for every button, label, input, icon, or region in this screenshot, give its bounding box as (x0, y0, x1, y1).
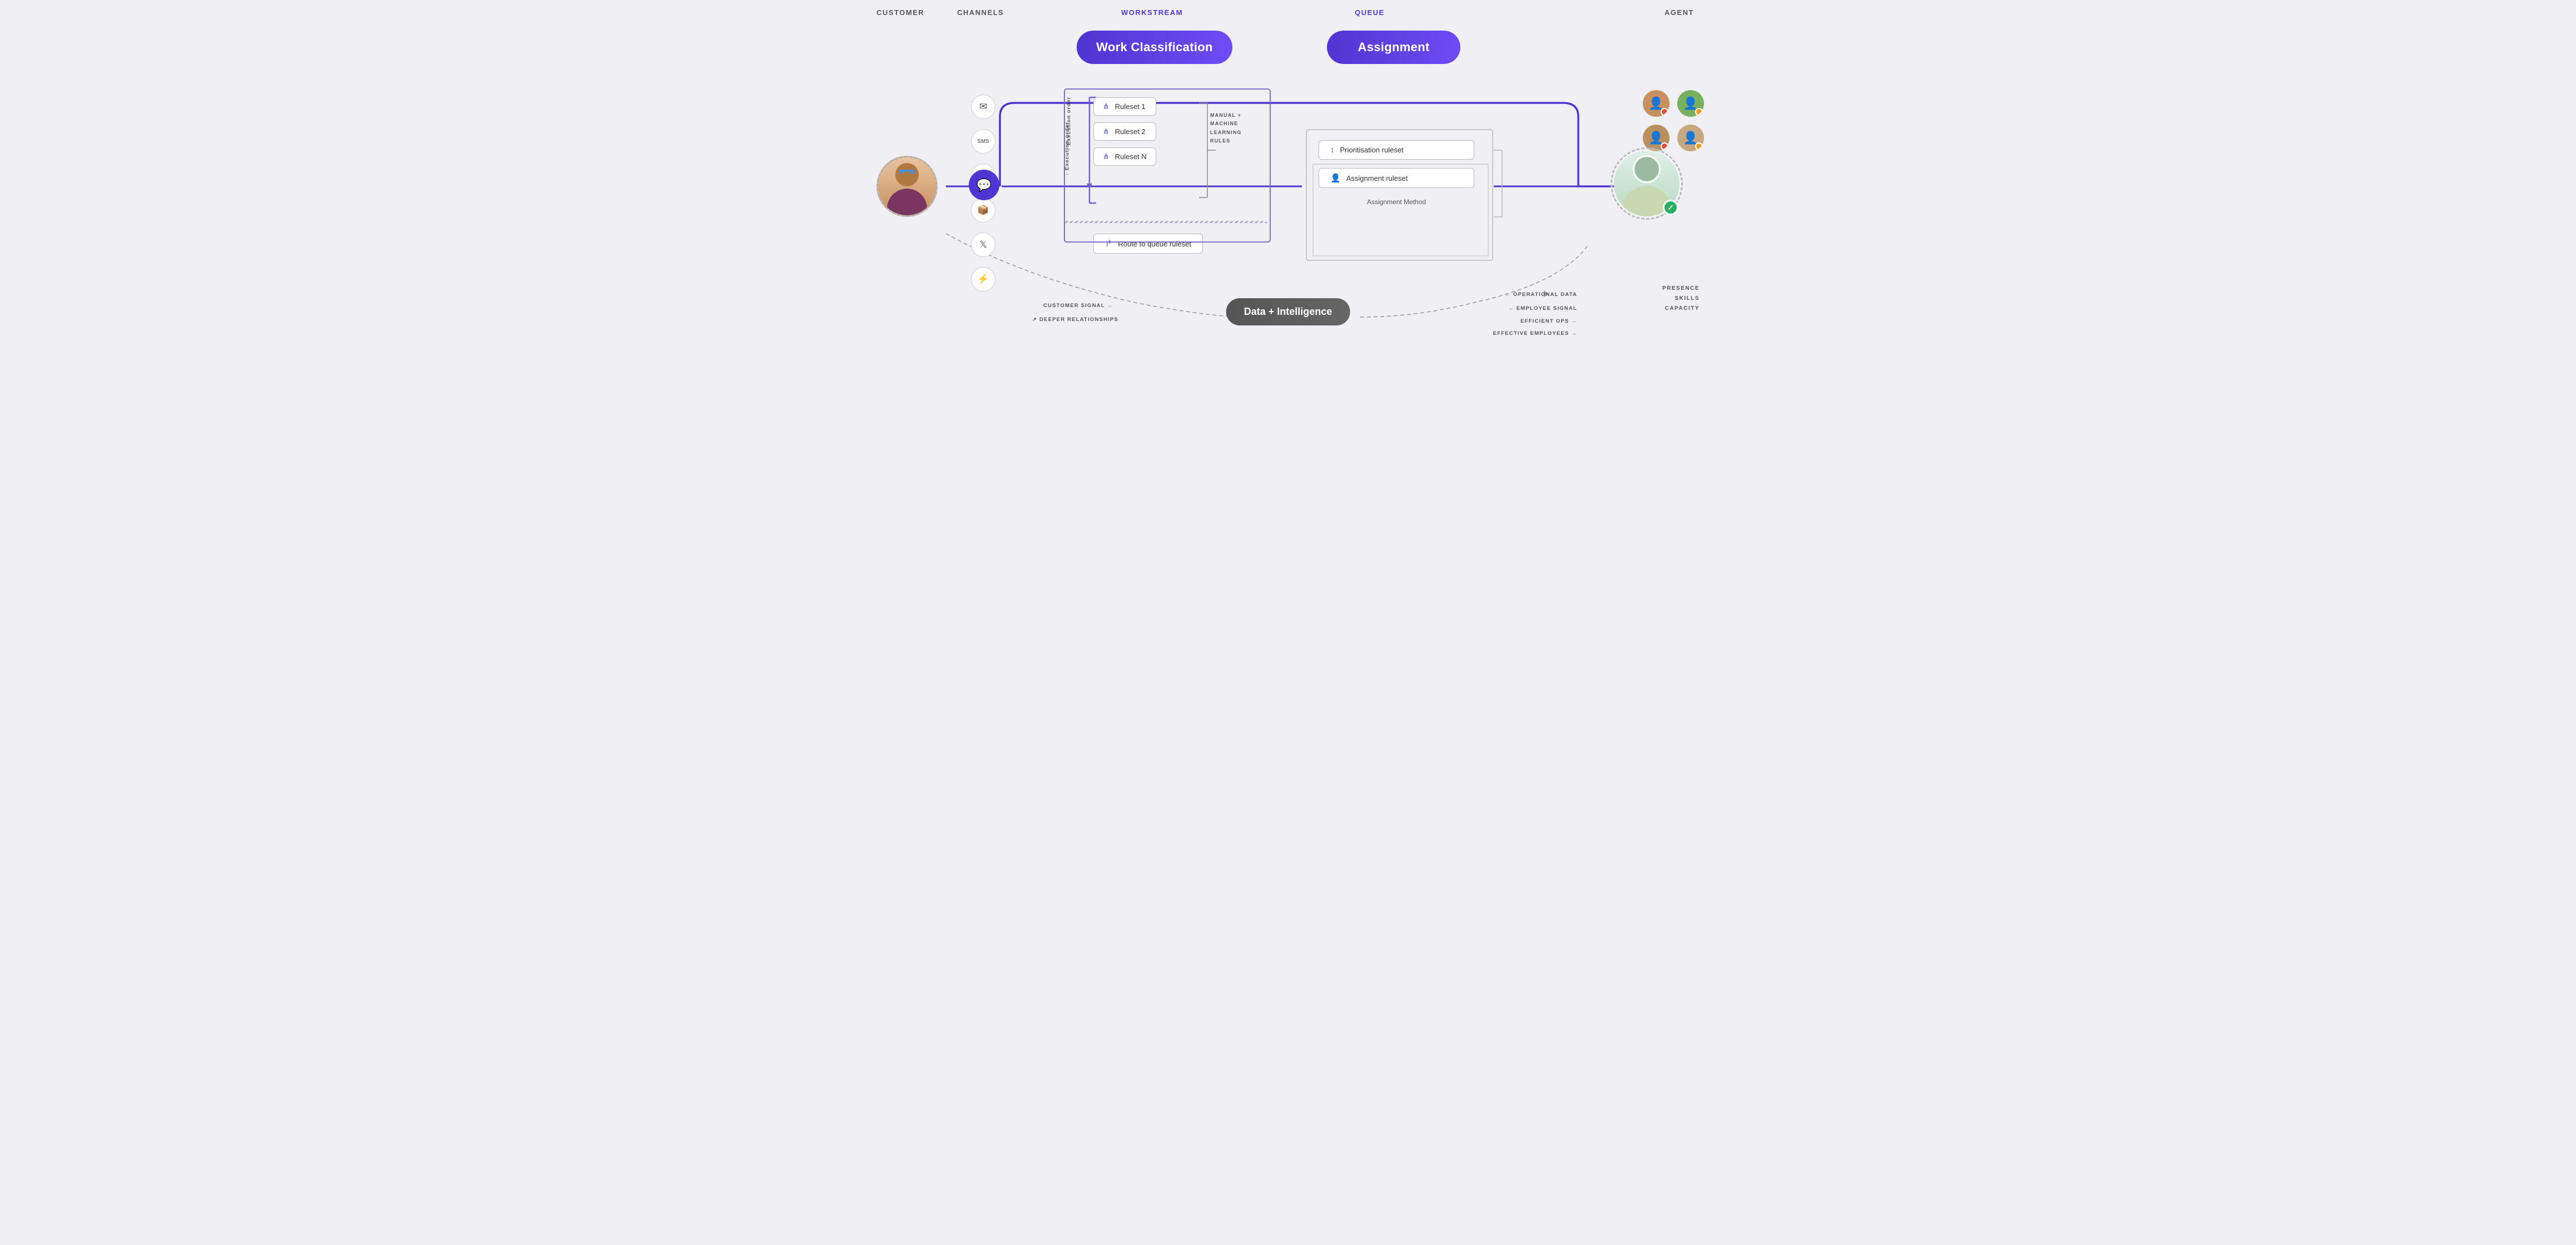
employee-signal-label: ← EMPLOYEE SIGNAL (1508, 305, 1577, 312)
assignment-ruleset-label: Assignment ruleset (1346, 174, 1408, 182)
assignment-ruleset-item: 👤 Assignment ruleset (1319, 168, 1474, 188)
agent-2-badge (1695, 108, 1703, 116)
work-classification-pill: Work Classification (1077, 31, 1232, 64)
agent-3-badge (1661, 142, 1668, 150)
sms-channel-icon: SMS (971, 129, 995, 154)
ruleset-label-2: Ruleset 2 (1115, 127, 1146, 136)
capacity-label: CAPACITY (1662, 304, 1700, 314)
customer-signal-label: CUSTOMER SIGNAL → (1043, 303, 1113, 309)
route-queue-item: ↱ Route to queue ruleset (1093, 234, 1203, 254)
operational-data-label: ← OPERATIONAL DATA (1505, 292, 1577, 298)
ruleset-item-n: ⋔ Ruleset N (1093, 147, 1156, 166)
ml-rules-label: MANUAL +MACHINELEARNINGRULES (1210, 111, 1242, 145)
header-agent: AGENT (1665, 8, 1694, 17)
agent-avatars-group: 👤 👤 👤 👤 (1638, 89, 1705, 152)
header-queue: QUEUE (1355, 8, 1385, 17)
agent-1-badge (1661, 108, 1668, 116)
header-channels: CHANNELS (957, 8, 1004, 17)
ruleset-item-2: ⋔ Ruleset 2 (1093, 122, 1156, 141)
agent-capability-labels: PRESENCE SKILLS CAPACITY (1662, 284, 1700, 314)
agent-row-1: 👤 👤 (1638, 89, 1705, 118)
box-channel-icon: 📦 (971, 198, 995, 223)
queue-section: ↕ Prioritisation ruleset 👤 Assignment ru… (1307, 134, 1485, 206)
route-queue-label: Route to queue ruleset (1118, 240, 1191, 248)
execution-order-rotated: ↓ Execution order (1066, 97, 1072, 151)
ruleset-item-1: ⋔ Ruleset 1 (1093, 97, 1156, 116)
data-intelligence-label: Data + Intelligence (1244, 306, 1332, 317)
ruleset-label-1: Ruleset 1 (1115, 102, 1146, 111)
assignment-pill: Assignment (1327, 31, 1460, 64)
agent-avatar-4: 👤 (1676, 123, 1705, 152)
email-channel-icon: ✉ (971, 95, 995, 119)
ruleset-icon-n: ⋔ (1103, 152, 1109, 161)
skills-label: SKILLS (1662, 294, 1700, 304)
customer-avatar (876, 156, 938, 217)
deeper-relationships-label: ↗ DEEPER RELATIONSHIPS (1032, 317, 1118, 323)
presence-label: PRESENCE (1662, 284, 1700, 294)
work-classification-label: Work Classification (1096, 40, 1212, 55)
messenger-channel-icon: ⚡ (971, 267, 995, 292)
agent-4-badge (1695, 142, 1703, 150)
data-intelligence-pill: Data + Intelligence (1226, 298, 1350, 325)
chat-bubble-icon: 💬 (969, 170, 999, 200)
twitter-channel-icon: 𝕏 (971, 233, 995, 257)
agent-avatar-1: 👤 (1642, 89, 1671, 118)
ruleset-icon-1: ⋔ (1103, 102, 1109, 111)
ruleset-label-n: Ruleset N (1115, 152, 1147, 161)
ruleset-icon-2: ⋔ (1103, 127, 1109, 136)
prioritisation-label: Prioritisation ruleset (1340, 146, 1404, 154)
effective-employees-label: EFFECTIVE EMPLOYEES → (1493, 330, 1577, 337)
header-customer: CUSTOMER (876, 8, 924, 17)
header-workstream: WORKSTREAM (1121, 8, 1183, 17)
agent-avatar-2: 👤 (1676, 89, 1705, 118)
diagram-container: CUSTOMER CHANNELS WORKSTREAM QUEUE AGENT… (860, 0, 1716, 414)
route-icon: ↱ (1105, 238, 1112, 249)
main-agent-avatar: ✓ (1611, 147, 1683, 220)
assignment-method-label: Assignment Method (1307, 198, 1485, 206)
main-agent-status-badge: ✓ (1663, 200, 1678, 215)
assignment-label: Assignment (1358, 40, 1430, 55)
prioritisation-ruleset-item: ↕ Prioritisation ruleset (1319, 140, 1474, 160)
efficient-ops-label: EFFICIENT OPS → (1520, 318, 1577, 324)
person-icon: 👤 (1330, 173, 1341, 183)
sort-icon: ↕ (1330, 145, 1335, 155)
ruleset-list: ⋔ Ruleset 1 ⋔ Ruleset 2 ⋔ Ruleset N (1093, 97, 1156, 166)
